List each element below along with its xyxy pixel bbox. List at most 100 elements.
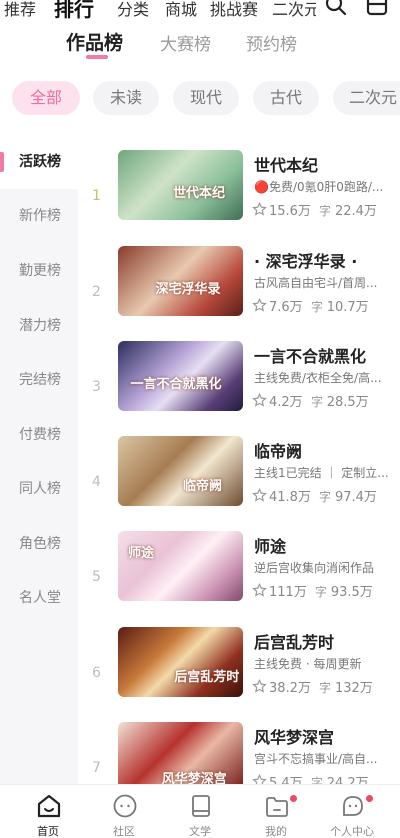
rank-number: 1 (92, 188, 101, 204)
rank-number: 7 (92, 760, 101, 776)
book-description: 主线1已完结 ｜ 定制立... (254, 466, 389, 480)
bottom-tab-community[interactable]: 社区 (84, 785, 164, 838)
star-icon (252, 487, 267, 507)
word-count-icon: 字 (311, 394, 325, 412)
book-cover: 临帝阙 (118, 436, 243, 506)
list-item[interactable]: 4 临帝阙 临帝阙 主线1已完结 ｜ 定制立... 41.8万字 97.4万 (78, 436, 400, 532)
word-count-icon: 字 (311, 299, 325, 317)
bottom-tab-label: 首页 (37, 825, 59, 838)
nav-tab-store[interactable]: 商城 (165, 0, 197, 20)
list-item[interactable]: 1 世代本纪 世代本纪 🔴免费/0氪0肝0跑路/... 15.6万字 22.4万 (78, 150, 400, 246)
bottom-tab-mine[interactable]: 我的 (236, 785, 316, 838)
book-description: 逆后宫收集向消闲作品 (254, 561, 375, 575)
book-stats: 41.8万字 97.4万 (252, 486, 377, 507)
chip-ancient[interactable]: 古代 (253, 81, 319, 115)
nav-tab-recommend[interactable]: 推荐 (4, 0, 36, 20)
book-title: 师途 (254, 537, 287, 556)
sidebar-item-completed[interactable]: 完结榜 (0, 353, 78, 407)
nav-tab-challenge[interactable]: 挑战赛 (210, 0, 258, 20)
bottom-nav: 首页 社区 文学 我的 个人中心 (0, 784, 400, 838)
rank-number: 5 (92, 569, 101, 585)
svg-text:字: 字 (319, 489, 331, 503)
list-item[interactable]: 3 一言不合就黑化 一言不合就黑化 主线免费/衣柜全免/高... 4.2万字 28… (78, 341, 400, 437)
bottom-tab-literature[interactable]: 文学 (160, 785, 240, 838)
search-icon[interactable] (325, 0, 347, 20)
sidebar-item-diligent[interactable]: 勤更榜 (0, 244, 78, 298)
sidebar-item-paid[interactable]: 付费榜 (0, 408, 78, 462)
book-title: 临帝阙 (254, 442, 303, 461)
word-count: 28.5万 (326, 395, 369, 410)
book-title: 后宫乱芳时 (254, 633, 335, 652)
svg-text:字: 字 (315, 584, 327, 598)
book-stats: 38.2万字 132万 (252, 677, 373, 698)
chip-modern[interactable]: 现代 (173, 81, 239, 115)
nav-tab-acg[interactable]: 二次元 (272, 0, 316, 20)
cover-title-art: 一言不合就黑化 (130, 376, 222, 392)
bottom-tab-label: 个人中心 (330, 825, 374, 838)
likes-count: 15.6万 (269, 204, 311, 219)
folder-icon (264, 793, 290, 819)
word-count: 93.5万 (330, 585, 373, 600)
book-title: · 深宅浮华录 · (254, 252, 358, 271)
notification-dot (290, 795, 297, 802)
nav-tab-category[interactable]: 分类 (117, 0, 149, 20)
tab-preorder-ranking[interactable]: 预约榜 (246, 30, 297, 55)
chip-unread[interactable]: 未读 (93, 81, 159, 115)
bottom-tab-label: 我的 (265, 825, 287, 838)
list-item[interactable]: 6 后宫乱芳时 后宫乱芳时 主线免费 · 每周更新 38.2万字 132万 (78, 627, 400, 723)
word-count: 97.4万 (334, 490, 377, 505)
book-icon (188, 793, 214, 819)
word-count: 24.2万 (326, 776, 369, 784)
chip-all[interactable]: 全部 (12, 81, 80, 115)
sidebar-item-active[interactable]: 活跃榜 (0, 135, 78, 189)
word-count-icon: 字 (319, 203, 333, 221)
star-icon (252, 297, 267, 317)
book-description: 🔴免费/0氪0肝0跑路/... (254, 180, 384, 194)
notification-dot (366, 795, 373, 802)
book-cover: 深宅浮华录 (118, 246, 243, 316)
book-description: 古风高自由宅斗/首周... (254, 276, 378, 290)
list-item[interactable]: 7 风华梦深宫 风华梦深宫 宫斗不忘搞事业/高自... 5.4万字 24.2万 (78, 722, 400, 784)
svg-text:字: 字 (319, 680, 331, 694)
rank-number: 4 (92, 474, 101, 490)
tab-contest-ranking[interactable]: 大赛榜 (160, 30, 211, 55)
ranking-type-tabs: 作品榜 大赛榜 预约榜 (0, 26, 400, 62)
bottom-tab-profile[interactable]: 个人中心 (312, 785, 392, 838)
ranking-sidebar: 活跃榜 新作榜 勤更榜 潜力榜 完结榜 付费榜 同人榜 角色榜 名人堂 (0, 135, 78, 785)
list-item[interactable]: 2 深宅浮华录 · 深宅浮华录 · 古风高自由宅斗/首周... 7.6万字 10.… (78, 246, 400, 342)
book-cover: 风华梦深宫 (118, 722, 243, 784)
book-cover: 师途 (118, 531, 243, 601)
sidebar-item-character[interactable]: 角色榜 (0, 517, 78, 571)
cover-title-art: 深宅浮华录 (155, 281, 221, 297)
svg-text:字: 字 (311, 299, 323, 313)
sidebar-item-new[interactable]: 新作榜 (0, 189, 78, 243)
likes-count: 41.8万 (269, 490, 311, 505)
home-icon (36, 793, 62, 819)
bookshelf-icon[interactable] (366, 0, 388, 20)
likes-count: 4.2万 (269, 395, 303, 410)
book-cover: 世代本纪 (118, 150, 243, 220)
bottom-tab-home[interactable]: 首页 (8, 785, 88, 838)
sidebar-item-potential[interactable]: 潜力榜 (0, 299, 78, 353)
bottom-tab-label: 社区 (113, 825, 135, 838)
word-count-icon: 字 (319, 489, 333, 507)
category-filter-chips: 全部 未读 现代 古代 二次元 (0, 81, 400, 115)
nav-tab-ranking[interactable]: 排行 (54, 0, 94, 22)
word-count: 10.7万 (326, 300, 369, 315)
svg-text:字: 字 (311, 775, 323, 785)
sidebar-item-fanfic[interactable]: 同人榜 (0, 462, 78, 516)
star-icon (252, 582, 267, 602)
cover-title-art: 师途 (128, 545, 155, 561)
cover-title-art: 风华梦深宫 (161, 771, 227, 785)
rank-number: 6 (92, 665, 101, 681)
star-icon (252, 392, 267, 412)
book-stats: 7.6万字 10.7万 (252, 296, 369, 317)
svg-text:字: 字 (311, 394, 323, 408)
tab-works-ranking[interactable]: 作品榜 (66, 28, 123, 55)
word-count-icon: 字 (315, 584, 329, 602)
book-cover: 后宫乱芳时 (118, 627, 243, 697)
bottom-tab-label: 文学 (189, 825, 211, 838)
list-item[interactable]: 5 师途 师途 逆后宫收集向消闲作品 111万字 93.5万 (78, 531, 400, 627)
chip-acg[interactable]: 二次元 (333, 81, 400, 115)
sidebar-item-hall-of-fame[interactable]: 名人堂 (0, 571, 78, 625)
